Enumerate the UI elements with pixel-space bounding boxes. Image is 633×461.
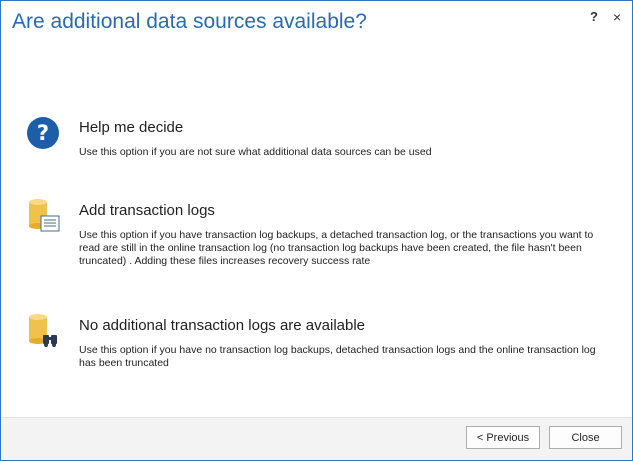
option-description: Use this option if you have no transacti…	[79, 344, 596, 369]
option-description: Use this option if you are not sure what…	[79, 146, 432, 158]
option-no-additional-logs[interactable]: No additional transaction logs are avail…	[25, 313, 605, 388]
close-icon[interactable]: ×	[613, 9, 621, 25]
option-description: Use this option if you have transaction …	[79, 229, 594, 267]
dialog-title: Are additional data sources available?	[12, 10, 367, 33]
close-button[interactable]: Close	[549, 426, 622, 449]
option-title: Add transaction logs	[79, 202, 215, 219]
question-icon: ?	[27, 117, 59, 149]
dialog-footer: < Previous Close	[1, 417, 632, 460]
wizard-dialog: Are additional data sources available? ?…	[0, 0, 633, 461]
svg-text:?: ?	[37, 121, 49, 145]
database-log-icon	[29, 199, 60, 232]
option-title: Help me decide	[79, 119, 184, 136]
option-help-me-decide[interactable]: ? Help me decide Use this option if you …	[25, 115, 605, 175]
previous-button[interactable]: < Previous	[466, 426, 540, 449]
option-add-transaction-logs[interactable]: Add transaction logs Use this option if …	[25, 198, 605, 288]
database-binoculars-icon	[29, 314, 57, 347]
help-button[interactable]: ?	[590, 9, 598, 24]
option-title: No additional transaction logs are avail…	[79, 317, 366, 334]
